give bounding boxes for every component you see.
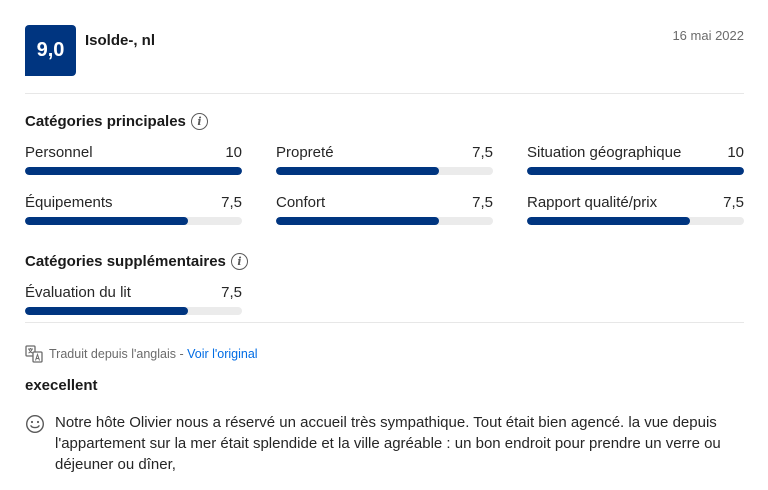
review-body: Notre hôte Olivier nous a réservé un acc…	[25, 412, 755, 475]
category-evaluation-lit: Évaluation du lit 7,5	[25, 283, 242, 315]
score-bar-fill	[527, 167, 744, 175]
score-bar-fill	[25, 217, 188, 225]
extra-categories-title: Catégories supplémentaires i	[25, 253, 248, 270]
translation-row: Traduit depuis l'anglais - Voir l'origin…	[25, 345, 258, 363]
category-personnel: Personnel 10	[25, 143, 242, 175]
category-score: 7,5	[472, 144, 493, 161]
view-original-link[interactable]: Voir l'original	[187, 347, 257, 361]
category-score: 10	[727, 144, 744, 161]
score-badge: 9,0	[25, 25, 76, 76]
score-bar-fill	[527, 217, 690, 225]
score-bar-fill	[25, 167, 242, 175]
category-rapport-qualite-prix: Rapport qualité/prix 7,5	[527, 193, 744, 225]
category-situation: Situation géographique 10	[527, 143, 744, 175]
category-equipements: Équipements 7,5	[25, 193, 242, 225]
translation-separator: -	[176, 347, 188, 361]
category-score: 7,5	[723, 194, 744, 211]
category-score: 7,5	[221, 284, 242, 301]
score-bar	[276, 217, 493, 225]
divider	[25, 93, 744, 94]
score-bar-fill	[25, 307, 188, 315]
score-bar	[276, 167, 493, 175]
category-label: Personnel	[25, 144, 93, 161]
main-categories-title-text: Catégories principales	[25, 113, 186, 130]
category-label: Rapport qualité/prix	[527, 194, 658, 211]
smile-icon	[25, 414, 45, 434]
info-icon[interactable]: i	[190, 113, 208, 130]
score-bar-fill	[276, 217, 439, 225]
main-categories-title: Catégories principales i	[25, 113, 208, 130]
category-label: Évaluation du lit	[25, 284, 131, 301]
category-label: Propreté	[276, 144, 334, 161]
info-icon[interactable]: i	[230, 253, 248, 270]
category-proprete: Propreté 7,5	[276, 143, 493, 175]
review-title: execellent	[25, 377, 98, 394]
translate-icon	[25, 345, 43, 363]
translation-note: Traduit depuis l'anglais	[49, 347, 176, 361]
score-bar	[527, 167, 744, 175]
divider	[25, 322, 744, 323]
score-bar-fill	[276, 167, 439, 175]
review-date: 16 mai 2022	[672, 28, 744, 43]
review-text: Notre hôte Olivier nous a réservé un acc…	[55, 414, 721, 473]
category-score: 10	[225, 144, 242, 161]
extra-categories-title-text: Catégories supplémentaires	[25, 253, 226, 270]
category-label: Situation géographique	[527, 144, 682, 161]
score-bar	[25, 167, 242, 175]
score-bar	[25, 307, 242, 315]
category-label: Équipements	[25, 194, 113, 211]
category-score: 7,5	[221, 194, 242, 211]
score-bar	[25, 217, 242, 225]
category-confort: Confort 7,5	[276, 193, 493, 225]
reviewer-name: Isolde-, nl	[85, 32, 156, 49]
category-score: 7,5	[472, 194, 493, 211]
category-label: Confort	[276, 194, 326, 211]
score-bar	[527, 217, 744, 225]
